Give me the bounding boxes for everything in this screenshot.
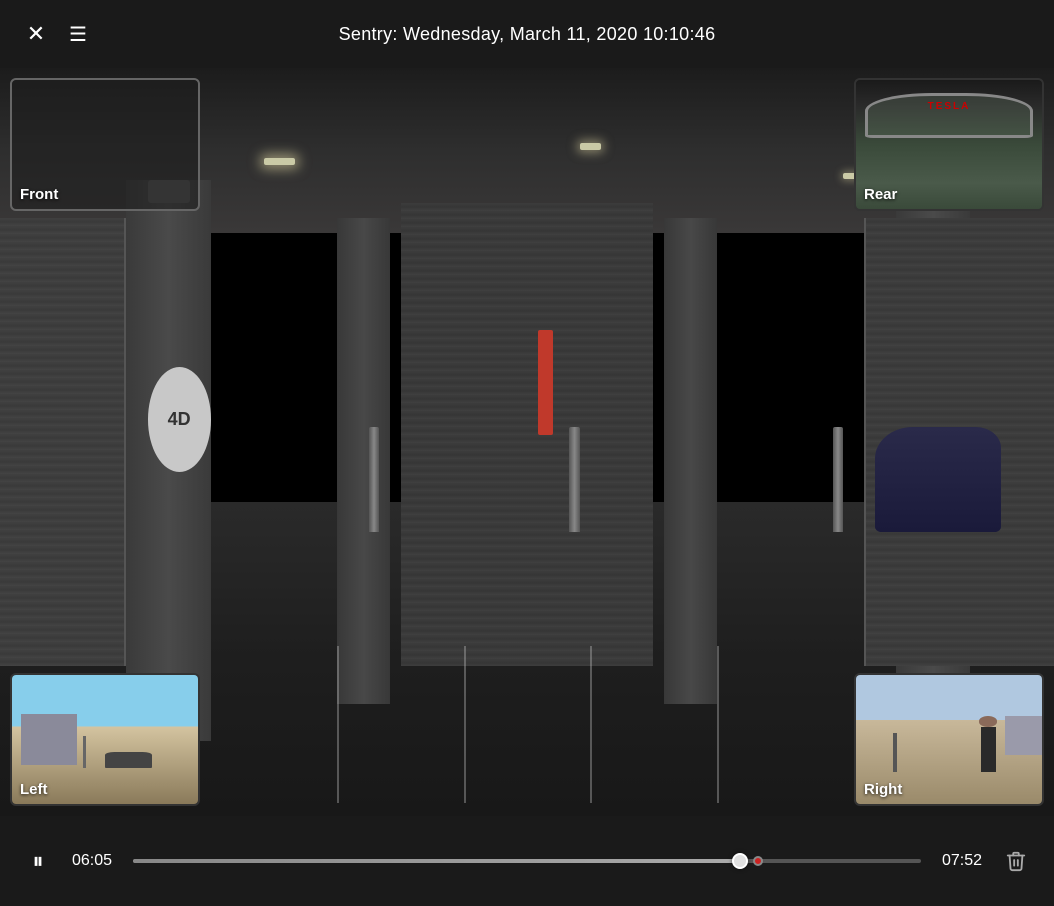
bollard-2 [569, 427, 580, 532]
play-pause-button[interactable]: ⏸ [20, 843, 56, 879]
front-camera-label: Front [20, 186, 58, 203]
seek-bar[interactable] [133, 859, 921, 863]
right-post [893, 733, 897, 772]
video-title: Sentry: Wednesday, March 11, 2020 10:10:… [339, 24, 716, 45]
left-post [83, 736, 87, 768]
playback-controls: ⏸ 06:05 07:52 [0, 816, 1054, 906]
close-button[interactable]: ✕ [20, 18, 52, 50]
right-person-head [979, 716, 998, 726]
rear-mirror-frame: TESLA [865, 93, 1032, 138]
right-camera-label: Right [864, 781, 902, 798]
rear-camera-label: Rear [864, 186, 897, 203]
left-camera-thumb[interactable]: Left [10, 673, 200, 806]
seek-thumb[interactable] [732, 853, 748, 869]
front-camera-thumb[interactable]: Front [10, 78, 200, 211]
left-camera-label: Left [20, 781, 48, 798]
parking-lines [211, 554, 843, 816]
menu-button[interactable]: ☰ [62, 18, 94, 50]
left-car [105, 752, 152, 767]
ceiling-light-1 [264, 158, 296, 165]
parked-car [875, 427, 1001, 532]
rear-camera-thumb[interactable]: TESLA Rear [854, 78, 1044, 211]
bollard-3 [833, 427, 844, 532]
left-building [21, 714, 77, 766]
garage-door-left [0, 218, 126, 667]
right-person-body [981, 727, 996, 772]
tesla-logo: TESLA [928, 101, 971, 112]
parking-line-4 [717, 646, 719, 803]
seek-progress [133, 859, 740, 863]
parking-line-1 [337, 646, 339, 803]
top-bar: ✕ ☰ Sentry: Wednesday, March 11, 2020 10… [0, 0, 1054, 68]
level-sign: 4D [148, 367, 211, 472]
delete-button[interactable] [998, 843, 1034, 879]
ceiling-light-2 [580, 143, 601, 150]
fire-extinguisher [538, 330, 554, 435]
current-time: 06:05 [72, 852, 117, 870]
trash-icon [1005, 850, 1027, 872]
parking-line-3 [590, 646, 592, 803]
total-time: 07:52 [937, 852, 982, 870]
parking-line-2 [464, 646, 466, 803]
bollard-1 [369, 427, 380, 532]
right-building [1005, 716, 1042, 755]
right-camera-thumb[interactable]: Right [854, 673, 1044, 806]
main-video-area: 4D Front TESLA Rear [0, 68, 1054, 816]
seek-thumb-dot [753, 856, 763, 866]
